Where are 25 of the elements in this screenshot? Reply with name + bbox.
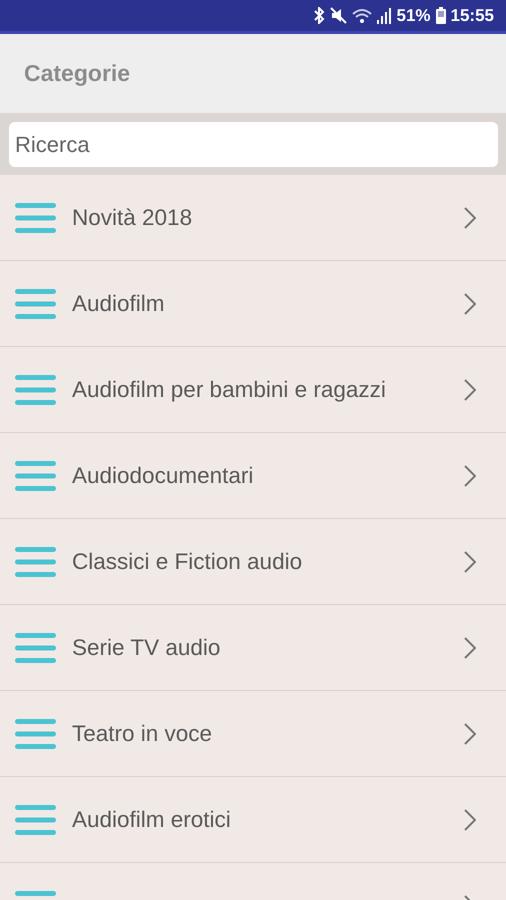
- list-icon: [15, 546, 56, 576]
- chevron-right-icon: [464, 722, 476, 744]
- wifi-icon: [352, 8, 372, 24]
- list-icon: [15, 202, 56, 232]
- search-field[interactable]: Ricerca: [9, 122, 498, 167]
- battery-icon: [436, 7, 446, 24]
- list-icon: [15, 288, 56, 318]
- signal-icon: [377, 8, 392, 24]
- list-icon: [15, 460, 56, 490]
- chevron-right-icon: [464, 636, 476, 658]
- chevron-right-icon: [464, 464, 476, 486]
- chevron-right-icon: [464, 378, 476, 400]
- list-icon: [15, 718, 56, 748]
- mute-icon: [330, 7, 348, 24]
- screen-title: Categorie: [24, 60, 130, 87]
- chevron-right-icon: [464, 808, 476, 830]
- bluetooth-icon: [314, 7, 326, 24]
- list-icon: [15, 374, 56, 404]
- chevron-right-icon: [464, 206, 476, 228]
- battery-percentage: 51%: [396, 6, 431, 26]
- clock: 15:55: [450, 6, 494, 26]
- list-icon: [15, 632, 56, 662]
- chevron-right-icon: [464, 292, 476, 314]
- list-icon: [15, 804, 56, 834]
- chevron-right-icon: [464, 550, 476, 572]
